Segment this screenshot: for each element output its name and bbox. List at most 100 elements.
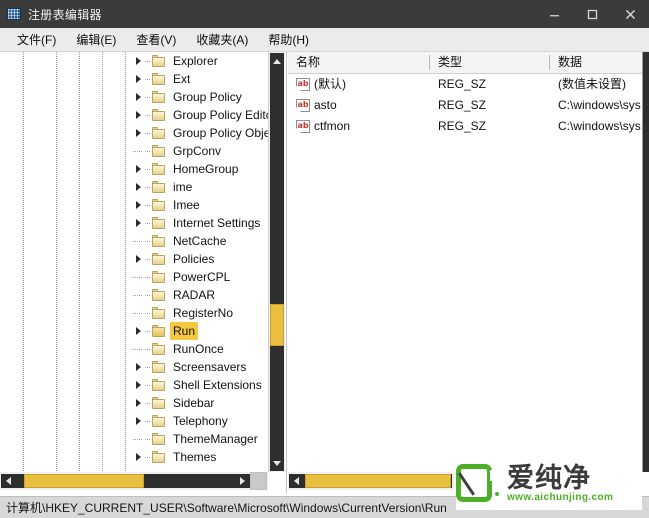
tree-horizontal-scroll-thumb[interactable]: [24, 474, 144, 488]
tree-node[interactable]: Group Policy: [0, 88, 268, 106]
tree-node[interactable]: Shell Extensions: [0, 376, 268, 394]
tree-node-label: Explorer: [170, 52, 221, 70]
value-type: REG_SZ: [438, 116, 546, 137]
column-type[interactable]: 类型: [430, 52, 549, 73]
menubar: 文件(F) 编辑(E) 查看(V) 收藏夹(A) 帮助(H): [0, 28, 649, 52]
registry-values-pane: 名称 类型 数据 ab(默认)REG_SZ(数值未设置)abastoREG_SZ…: [288, 52, 649, 494]
tree-scroll-left-button[interactable]: [1, 474, 16, 488]
tree-node[interactable]: Themes: [0, 448, 268, 466]
tree-node-label: Screensavers: [170, 358, 249, 376]
tree-node[interactable]: Internet Settings: [0, 214, 268, 232]
value-row[interactable]: abastoREG_SZC:\windows\sys: [288, 95, 649, 116]
maximize-button[interactable]: [573, 0, 611, 28]
expand-arrow-icon[interactable]: [131, 106, 145, 124]
tree-connector: [131, 268, 145, 286]
registry-tree-viewport[interactable]: ExplorerExtGroup PolicyGroup Policy Edit…: [0, 52, 268, 472]
column-data[interactable]: 数据: [550, 52, 649, 73]
value-name: asto: [314, 95, 426, 116]
tree-node[interactable]: Imee: [0, 196, 268, 214]
expand-arrow-icon[interactable]: [131, 412, 145, 430]
registry-editor-window: 注册表编辑器 文件(F) 编辑(E) 查看(V) 收藏夹(A) 帮助(H): [0, 0, 649, 518]
value-type: REG_SZ: [438, 74, 546, 95]
tree-node[interactable]: Ext: [0, 70, 268, 88]
tree-node-label: RADAR: [170, 286, 218, 304]
menu-view[interactable]: 查看(V): [127, 28, 185, 51]
tree-node[interactable]: HomeGroup: [0, 160, 268, 178]
menu-file[interactable]: 文件(F): [8, 28, 65, 51]
tree-vertical-scroll-thumb[interactable]: [270, 304, 284, 346]
column-name[interactable]: 名称: [288, 52, 429, 73]
expand-arrow-icon[interactable]: [131, 178, 145, 196]
tree-node[interactable]: Telephony: [0, 412, 268, 430]
expand-arrow-icon[interactable]: [131, 448, 145, 466]
values-vertical-scrollbar[interactable]: [642, 52, 649, 472]
folder-icon: [151, 451, 166, 464]
close-button[interactable]: [611, 0, 649, 28]
folder-icon: [151, 91, 166, 104]
folder-icon: [151, 181, 166, 194]
values-horizontal-scroll-thumb[interactable]: [305, 474, 451, 488]
expand-arrow-icon[interactable]: [131, 88, 145, 106]
expand-arrow-icon[interactable]: [131, 160, 145, 178]
tree-node-label: Internet Settings: [170, 214, 263, 232]
tree-node[interactable]: ThemeManager: [0, 430, 268, 448]
expand-arrow-icon[interactable]: [131, 394, 145, 412]
values-scroll-left-button[interactable]: [289, 474, 304, 488]
expand-arrow-icon[interactable]: [131, 52, 145, 70]
folder-icon: [151, 271, 166, 284]
expand-arrow-icon[interactable]: [131, 70, 145, 88]
folder-icon: [151, 235, 166, 248]
tree-node-label: PowerCPL: [170, 268, 233, 286]
menu-help[interactable]: 帮助(H): [259, 28, 318, 51]
tree-node[interactable]: RunOnce: [0, 340, 268, 358]
value-data: C:\windows\sys: [558, 116, 642, 137]
value-row[interactable]: abctfmonREG_SZC:\windows\sys: [288, 116, 649, 137]
tree-node[interactable]: Policies: [0, 250, 268, 268]
tree-node-label: ThemeManager: [170, 430, 261, 448]
folder-icon: [151, 109, 166, 122]
tree-node[interactable]: NetCache: [0, 232, 268, 250]
tree-node[interactable]: PowerCPL: [0, 268, 268, 286]
tree-scroll-right-button[interactable]: [235, 474, 250, 488]
tree-node[interactable]: Group Policy Objec: [0, 124, 268, 142]
value-data: (数值未设置): [558, 74, 642, 95]
main-content: ExplorerExtGroup PolicyGroup Policy Edit…: [0, 52, 649, 494]
menu-edit[interactable]: 编辑(E): [67, 28, 125, 51]
expand-arrow-icon[interactable]: [131, 196, 145, 214]
tree-vertical-scrollbar[interactable]: [268, 52, 285, 472]
string-value-icon: ab: [296, 78, 310, 91]
tree-node[interactable]: ime: [0, 178, 268, 196]
tree-horizontal-scrollbar[interactable]: [0, 472, 268, 490]
tree-connector: [131, 304, 145, 322]
expand-arrow-icon[interactable]: [131, 376, 145, 394]
tree-node[interactable]: Sidebar: [0, 394, 268, 412]
folder-icon: [151, 379, 166, 392]
tree-node[interactable]: RegisterNo: [0, 304, 268, 322]
expand-arrow-icon[interactable]: [131, 358, 145, 376]
folder-icon: [151, 253, 166, 266]
folder-icon: [151, 307, 166, 320]
tree-node[interactable]: RADAR: [0, 286, 268, 304]
tree-scroll-down-button[interactable]: [270, 455, 284, 471]
folder-icon: [151, 55, 166, 68]
value-row[interactable]: ab(默认)REG_SZ(数值未设置): [288, 74, 649, 95]
tree-node[interactable]: Screensavers: [0, 358, 268, 376]
folder-icon: [151, 397, 166, 410]
tree-node-label: RegisterNo: [170, 304, 236, 322]
tree-node-label: RunOnce: [170, 340, 227, 358]
values-horizontal-scrollbar[interactable]: [288, 472, 454, 490]
tree-node[interactable]: Run: [0, 322, 268, 340]
brand-website: www.aichunjing.com: [507, 492, 613, 504]
menu-favorites[interactable]: 收藏夹(A): [187, 28, 257, 51]
minimize-button[interactable]: [535, 0, 573, 28]
expand-arrow-icon[interactable]: [131, 124, 145, 142]
tree-node[interactable]: Explorer: [0, 52, 268, 70]
folder-icon: [151, 145, 166, 158]
tree-connector: [131, 430, 145, 448]
expand-arrow-icon[interactable]: [131, 250, 145, 268]
expand-arrow-icon[interactable]: [131, 214, 145, 232]
tree-node[interactable]: Group Policy Editor: [0, 106, 268, 124]
expand-arrow-icon[interactable]: [131, 322, 145, 340]
tree-scroll-up-button[interactable]: [270, 53, 284, 69]
tree-node[interactable]: GrpConv: [0, 142, 268, 160]
